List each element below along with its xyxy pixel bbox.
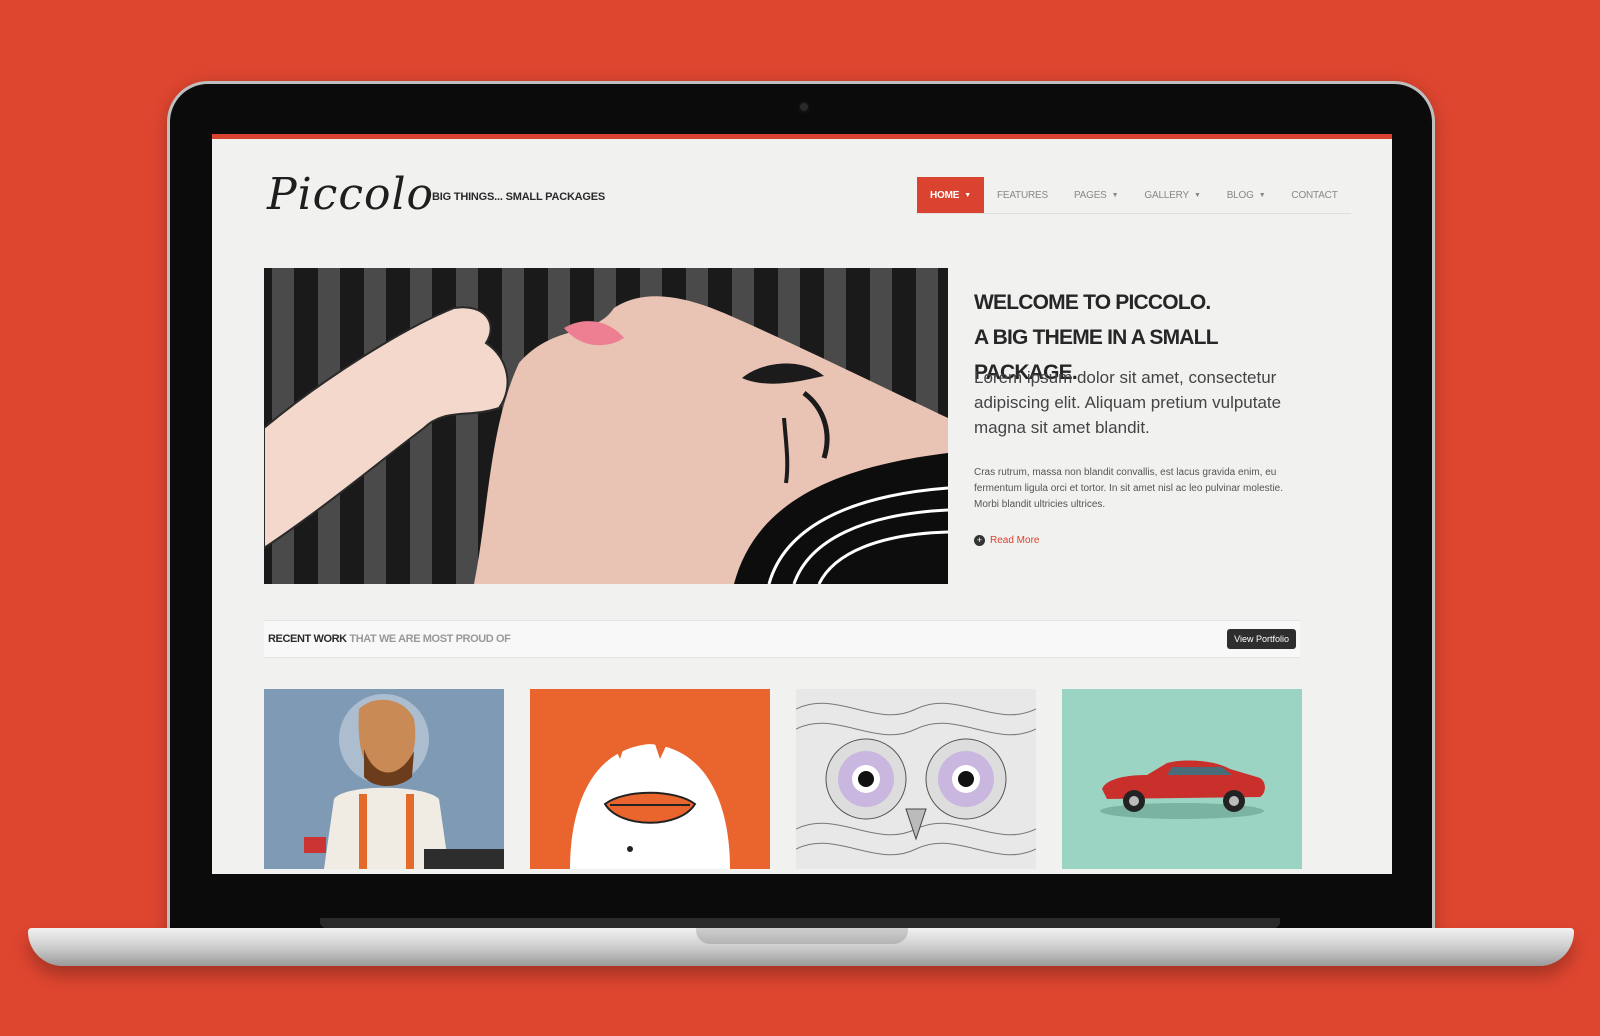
plus-circle-icon: + bbox=[974, 535, 985, 546]
site-tagline: BIG THINGS... SMALL PACKAGES bbox=[432, 191, 606, 203]
nav-item-contact[interactable]: CONTACT bbox=[1278, 177, 1350, 213]
hero-illustration bbox=[264, 268, 948, 584]
hero-lead: Lorem ipsum dolor sit amet, consectetur … bbox=[974, 368, 1282, 437]
nav-label: FEATURES bbox=[996, 189, 1048, 201]
recent-work-bar: RECENT WORK THAT WE ARE MOST PROUD OF Vi… bbox=[264, 620, 1300, 658]
read-more-link[interactable]: + Read More bbox=[974, 535, 1039, 546]
portfolio-image-redhead bbox=[530, 689, 770, 869]
hero-illustration-art bbox=[264, 268, 948, 584]
chevron-down-icon: ▼ bbox=[964, 191, 971, 199]
portfolio-image-owl bbox=[796, 689, 1036, 869]
portfolio-tile-redhead[interactable] bbox=[530, 689, 770, 869]
nav-label: BLOG bbox=[1226, 189, 1254, 201]
chevron-down-icon: ▼ bbox=[1193, 191, 1201, 199]
recent-work-heading: RECENT WORK THAT WE ARE MOST PROUD OF bbox=[268, 633, 511, 645]
read-more-label: Read More bbox=[990, 535, 1040, 546]
recent-work-subtitle: THAT WE ARE MOST PROUD OF bbox=[349, 633, 511, 645]
portfolio-tile-car[interactable] bbox=[1062, 689, 1302, 869]
portfolio-tile-astronaut[interactable] bbox=[264, 689, 504, 869]
hero-body: Cras rutrum, massa non blandit convallis… bbox=[974, 467, 1284, 510]
hero-title-line1: WELCOME TO PICCOLO. bbox=[974, 291, 1211, 314]
nav-label: GALLERY bbox=[1144, 189, 1189, 201]
nav-item-gallery[interactable]: GALLERY ▼ bbox=[1131, 177, 1213, 213]
camera-icon bbox=[800, 103, 808, 111]
view-portfolio-button[interactable]: View Portfolio bbox=[1227, 629, 1296, 649]
recent-work-title: RECENT WORK bbox=[268, 633, 347, 645]
nav-item-blog[interactable]: BLOG ▼ bbox=[1214, 177, 1279, 213]
laptop-notch bbox=[696, 928, 908, 944]
laptop-hinge bbox=[320, 918, 1280, 928]
chevron-down-icon: ▼ bbox=[1111, 191, 1119, 199]
nav-item-pages[interactable]: PAGES ▼ bbox=[1061, 177, 1131, 213]
main-nav: HOME ▼ FEATURES PAGES ▼ GALLERY ▼ BLOG ▼… bbox=[917, 177, 1351, 214]
portfolio-image-car bbox=[1062, 689, 1302, 869]
nav-item-home[interactable]: HOME ▼ bbox=[917, 177, 984, 213]
portfolio-tile-owl[interactable] bbox=[796, 689, 1036, 869]
website-screen: Piccolo BIG THINGS... SMALL PACKAGES HOM… bbox=[212, 134, 1392, 874]
site-logo[interactable]: Piccolo bbox=[267, 169, 434, 220]
nav-label: PAGES bbox=[1073, 189, 1107, 201]
nav-item-features[interactable]: FEATURES bbox=[984, 177, 1061, 213]
nav-label: CONTACT bbox=[1291, 189, 1338, 201]
chevron-down-icon: ▼ bbox=[1258, 191, 1266, 199]
nav-label: HOME bbox=[930, 189, 960, 201]
portfolio-image-astronaut bbox=[264, 689, 504, 869]
